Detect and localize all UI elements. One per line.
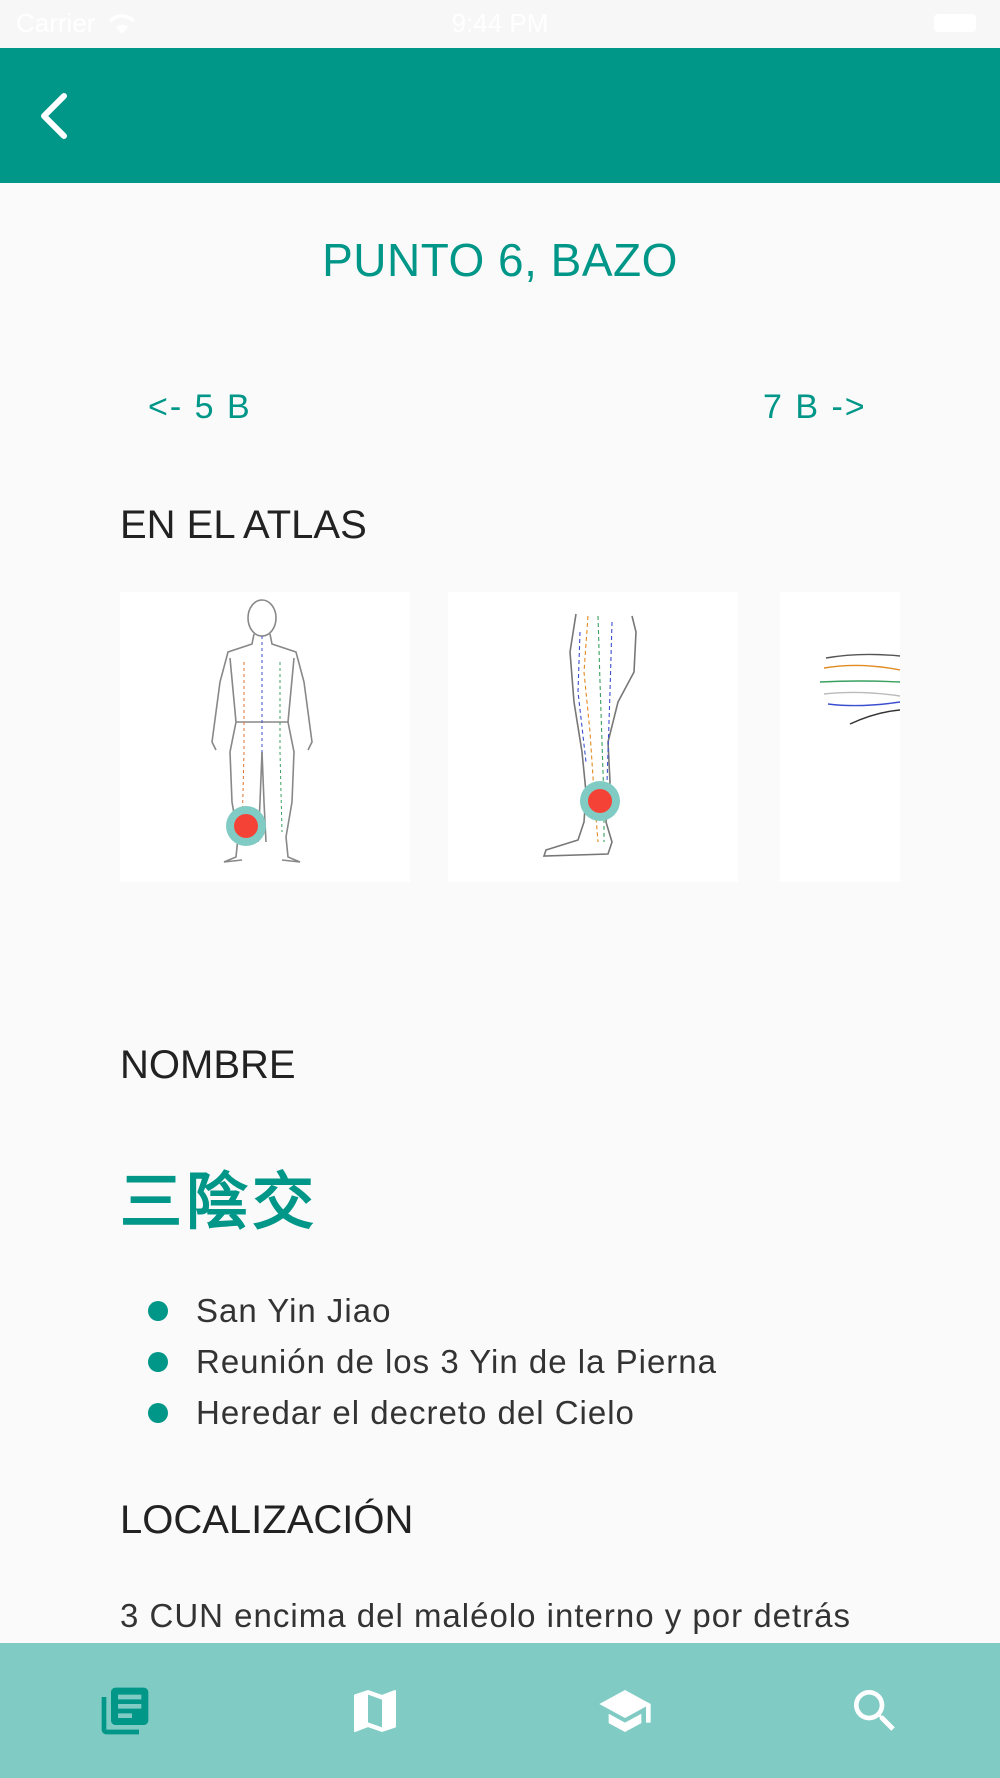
- partial-meridian-diagram-icon: [819, 653, 900, 725]
- chinese-name: 三陰交: [120, 1165, 319, 1238]
- name-text: Heredar el decreto del Cielo: [196, 1394, 635, 1431]
- page-title: PUNTO 6, BAZO: [322, 234, 678, 286]
- bullet-icon: [148, 1403, 168, 1423]
- map-icon: [354, 1689, 396, 1732]
- bullet-icon: [148, 1352, 168, 1372]
- search-icon: [854, 1689, 895, 1731]
- name-text: San Yin Jiao: [196, 1292, 392, 1329]
- atlas-card-leg[interactable]: [448, 592, 738, 882]
- content-scroll[interactable]: PUNTO 6, BAZO <- 5 B 7 B -> EN EL ATLAS: [0, 183, 1000, 1643]
- atlas-card-meridians[interactable]: [780, 592, 900, 882]
- atlas-heading: EN EL ATLAS: [120, 503, 367, 547]
- bottom-navigation: [0, 1643, 1000, 1778]
- battery-icon: [934, 14, 976, 32]
- bullet-icon: [148, 1301, 168, 1321]
- full-body-diagram-icon: [211, 599, 313, 863]
- tab-school[interactable]: [570, 1656, 680, 1766]
- back-button[interactable]: [30, 88, 86, 144]
- tab-book-list[interactable]: [70, 1656, 180, 1766]
- list-item: Reunión de los 3 Yin de la Pierna: [140, 1336, 717, 1387]
- tab-map[interactable]: [320, 1656, 430, 1766]
- atlas-card-body[interactable]: [120, 592, 410, 882]
- leg-diagram-icon: [542, 613, 637, 857]
- list-item: Heredar el decreto del Cielo: [140, 1387, 717, 1438]
- nombre-heading: NOMBRE: [120, 1043, 296, 1087]
- status-time: 9:44 PM: [451, 8, 549, 38]
- status-bar: Carrier 9:44 PM: [0, 0, 1000, 48]
- school-icon: [599, 1689, 651, 1732]
- next-point-link[interactable]: 7 B ->: [763, 388, 867, 427]
- chevron-left-icon: [41, 93, 67, 139]
- tab-search[interactable]: [820, 1656, 930, 1766]
- atlas-carousel[interactable]: [120, 592, 900, 884]
- prev-point-link[interactable]: <- 5 B: [148, 388, 252, 427]
- book-list-icon: [101, 1687, 149, 1734]
- localizacion-text: 3 CUN encima del maléolo interno y por d…: [120, 1597, 851, 1634]
- app-bar: [0, 48, 1000, 183]
- localizacion-heading: LOCALIZACIÓN: [120, 1498, 414, 1542]
- list-item: San Yin Jiao: [140, 1285, 717, 1336]
- names-list: San Yin Jiao Reunión de los 3 Yin de la …: [140, 1285, 717, 1438]
- name-text: Reunión de los 3 Yin de la Pierna: [196, 1343, 718, 1380]
